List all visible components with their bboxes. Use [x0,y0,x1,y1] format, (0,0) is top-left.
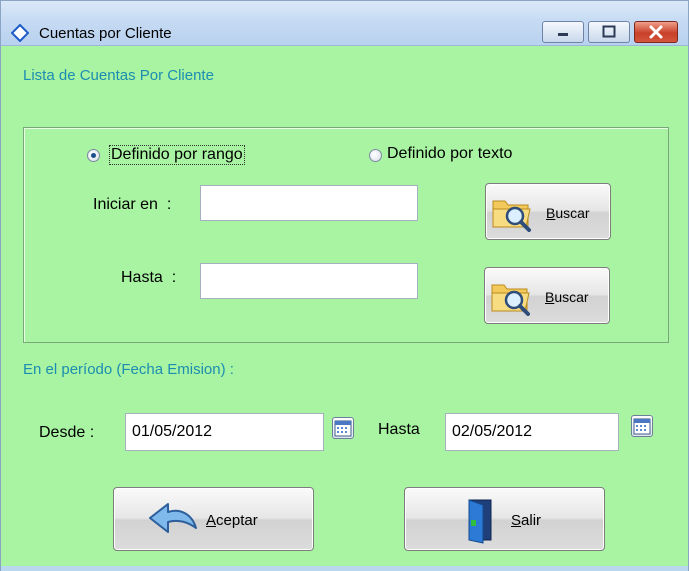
window: Cuentas por Cliente Lista de Cuentas Por… [0,0,689,571]
from-calendar-button[interactable] [332,417,354,439]
bottom-border [1,566,688,571]
exit-label: Salir [511,512,542,529]
search-start-label: Buscar [546,205,590,221]
title-bar[interactable]: Cuentas por Cliente [1,1,688,46]
close-icon [649,25,663,39]
window-title: Cuentas por Cliente [39,25,172,42]
exit-button[interactable]: Salir [404,487,605,551]
search-end-button[interactable]: Buscar [484,267,610,324]
start-input[interactable] [200,185,418,221]
to-label: Hasta [378,421,420,438]
calendar-icon [334,420,352,437]
end-input[interactable] [200,263,418,299]
from-label: Desde : [39,424,95,441]
folder-search-icon [492,200,531,232]
accept-label: Aceptar [206,512,258,529]
start-label: Iniciar en : [93,196,172,213]
end-label: Hasta : [121,269,177,286]
back-arrow-icon [149,503,197,533]
from-date-input[interactable] [125,413,324,451]
radio-selected-dot [91,153,96,158]
maximize-icon [602,25,616,38]
radio-text[interactable] [369,149,382,162]
to-calendar-button[interactable] [631,415,653,437]
search-end-label: Buscar [545,289,589,305]
radio-text-label[interactable]: Definido por texto [387,145,512,163]
minimize-button[interactable] [542,21,584,43]
radio-range[interactable] [87,149,100,162]
app-icon [11,24,29,42]
folder-search-icon [491,284,530,316]
period-heading: En el período (Fecha Emision) : [23,361,234,378]
maximize-button[interactable] [588,21,630,43]
to-date-input[interactable] [445,413,619,451]
close-button[interactable] [634,21,678,43]
accept-button[interactable]: Aceptar [113,487,314,551]
calendar-icon [633,418,651,435]
door-exit-icon [468,499,492,544]
radio-range-label[interactable]: Definido por rango [109,145,245,165]
search-start-button[interactable]: Buscar [485,183,611,240]
list-heading: Lista de Cuentas Por Cliente [23,67,214,84]
minimize-icon [558,33,568,36]
